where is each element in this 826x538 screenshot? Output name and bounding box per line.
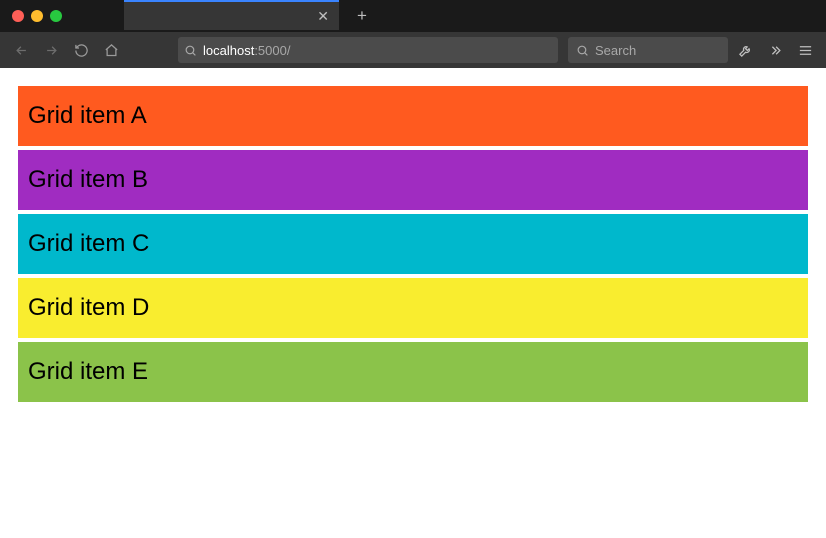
plus-icon: + [357,6,367,26]
developer-tools-button[interactable] [732,37,758,63]
grid-item: Grid item D [18,278,808,338]
grid-item: Grid item E [18,342,808,402]
address-bar[interactable]: localhost:5000/ [178,37,558,63]
arrow-left-icon [14,43,29,58]
arrow-right-icon [44,43,59,58]
window-minimize-button[interactable] [31,10,43,22]
home-button[interactable] [98,37,124,63]
home-icon [104,43,119,58]
window-maximize-button[interactable] [50,10,62,22]
search-placeholder: Search [595,43,636,58]
browser-tab[interactable]: ✕ [124,0,339,30]
wrench-icon [738,43,753,58]
search-icon [576,44,589,57]
browser-toolbar: localhost:5000/ Search [0,32,826,68]
grid-item: Grid item A [18,86,808,146]
window-close-button[interactable] [12,10,24,22]
new-tab-button[interactable]: + [348,0,376,32]
grid-item-label: Grid item E [28,358,148,386]
overflow-button[interactable] [762,37,788,63]
back-button[interactable] [8,37,34,63]
grid-item: Grid item C [18,214,808,274]
grid-container: Grid item A Grid item B Grid item C Grid it… [18,86,808,402]
reload-icon [74,43,89,58]
chevron-double-right-icon [768,43,783,58]
window-titlebar: ✕ + [0,0,826,32]
grid-item-label: Grid item B [28,166,148,194]
reload-button[interactable] [68,37,94,63]
search-icon [184,44,197,57]
close-icon[interactable]: ✕ [317,9,329,23]
page-viewport: Grid item A Grid item B Grid item C Grid it… [0,68,826,538]
search-bar[interactable]: Search [568,37,728,63]
grid-item-label: Grid item A [28,102,147,130]
url-text: localhost:5000/ [203,43,290,58]
traffic-lights [0,0,62,32]
grid-item-label: Grid item D [28,294,149,322]
forward-button[interactable] [38,37,64,63]
grid-item: Grid item B [18,150,808,210]
menu-button[interactable] [792,37,818,63]
grid-item-label: Grid item C [28,230,149,258]
hamburger-icon [798,43,813,58]
